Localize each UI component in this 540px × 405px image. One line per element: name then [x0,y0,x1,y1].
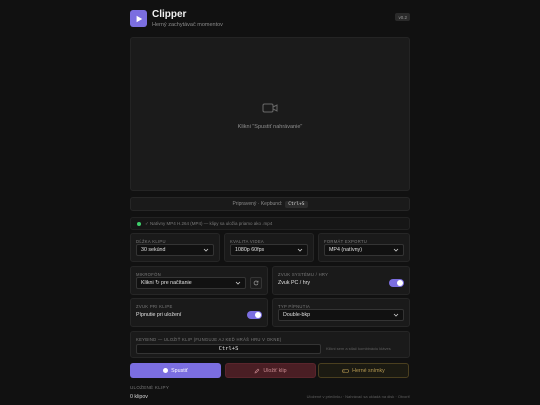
hotkey-hint: Klikni sem a stlač kombináciu kláves [326,346,391,351]
status-text: Pripravený · Kepbund: [232,201,283,207]
record-dot-icon [163,368,169,373]
chevron-down-icon [203,248,209,252]
quality-select[interactable]: 1080p 60fps [230,244,308,256]
save-sound-card: ZVUK PRI KLIPE Pípnutie pri uložení [130,298,268,327]
app-subtitle: Herný zachytávač momentov [152,22,223,28]
chevron-down-icon [235,281,241,285]
format-info-text: ✓ Natívny MP4 H.264 (MP4) — klipy sa ulo… [145,220,273,226]
system-audio-text: Zvuk PC / hry [278,280,311,286]
microphone-card: MIKROFÓN Klikni ↻ pre načítanie [130,266,268,295]
play-icon [130,10,147,27]
microphone-select[interactable]: Klikni ↻ pre načítanie [136,277,246,289]
chevron-down-icon [393,313,399,317]
chevron-down-icon [297,248,303,252]
notify-type-card: TYP PÍPNUTIA Double-bkp [272,298,410,327]
system-audio-card: ZVUK SYSTÉMU / HRY Zvuk PC / hry [272,266,410,295]
refresh-icon [253,280,259,286]
status-hotkey: Ctrl+S [285,200,308,208]
system-audio-toggle[interactable] [389,279,404,287]
preview-hint: Klikni "Spustiť nahrávanie" [237,124,303,130]
notify-type-select[interactable]: Double-bkp [278,309,404,321]
hotkey-card: KEYBIND — ULOŽIŤ KLIP (FUNGUJE AJ KEĎ HR… [130,331,410,358]
save-sound-toggle[interactable] [247,311,262,319]
system-audio-label: ZVUK SYSTÉMU / HRY [278,272,329,277]
recording-preview: Klikni "Spustiť nahrávanie" [130,37,410,191]
refresh-microphones-button[interactable] [250,277,262,289]
clip-length-select[interactable]: 30 sekúnd [136,244,214,256]
clip-length-card: DĹŽKA KLIPU 30 sekúnd [130,233,220,262]
game-snapshots-button[interactable]: Herné snímky [318,363,409,378]
format-info: ✓ Natívny MP4 H.264 (MP4) — klipy sa ulo… [130,217,410,230]
app-title: Clipper [152,9,187,20]
status-dot-icon [137,221,141,226]
start-recording-button[interactable]: Spustiť [130,363,221,378]
save-clip-button[interactable]: Uložiť klip [225,363,316,378]
video-camera-icon [262,103,278,113]
saved-clips-count: 0 klipov [130,394,148,400]
status-bar: Pripravený · Kepbund: Ctrl+S [130,197,410,211]
pencil-icon [254,368,260,373]
gamepad-icon [342,368,349,373]
save-sound-text: Pípnutie pri uložení [136,312,182,318]
hotkey-input[interactable]: Ctrl+S [136,344,321,354]
format-select[interactable]: MP4 (natívny) [324,244,404,256]
format-card: FORMÁT EXPORTU MP4 (natívny) [318,233,410,262]
hotkey-label: KEYBIND — ULOŽIŤ KLIP (FUNGUJE AJ KEĎ HR… [136,337,282,342]
version-badge: v0.2 [395,13,410,21]
quality-card: KVALITA VIDEA 1080p 60fps [224,233,314,262]
chevron-down-icon [393,248,399,252]
saved-clips-note[interactable]: Uložené v priečinku · Nahrávač sa ukladá… [307,394,410,399]
saved-clips-heading: ULOŽENÉ KLIPY [130,385,170,390]
save-sound-label: ZVUK PRI KLIPE [136,304,173,309]
app-header: Clipper Herný zachytávač momentov v0.2 [130,9,410,31]
